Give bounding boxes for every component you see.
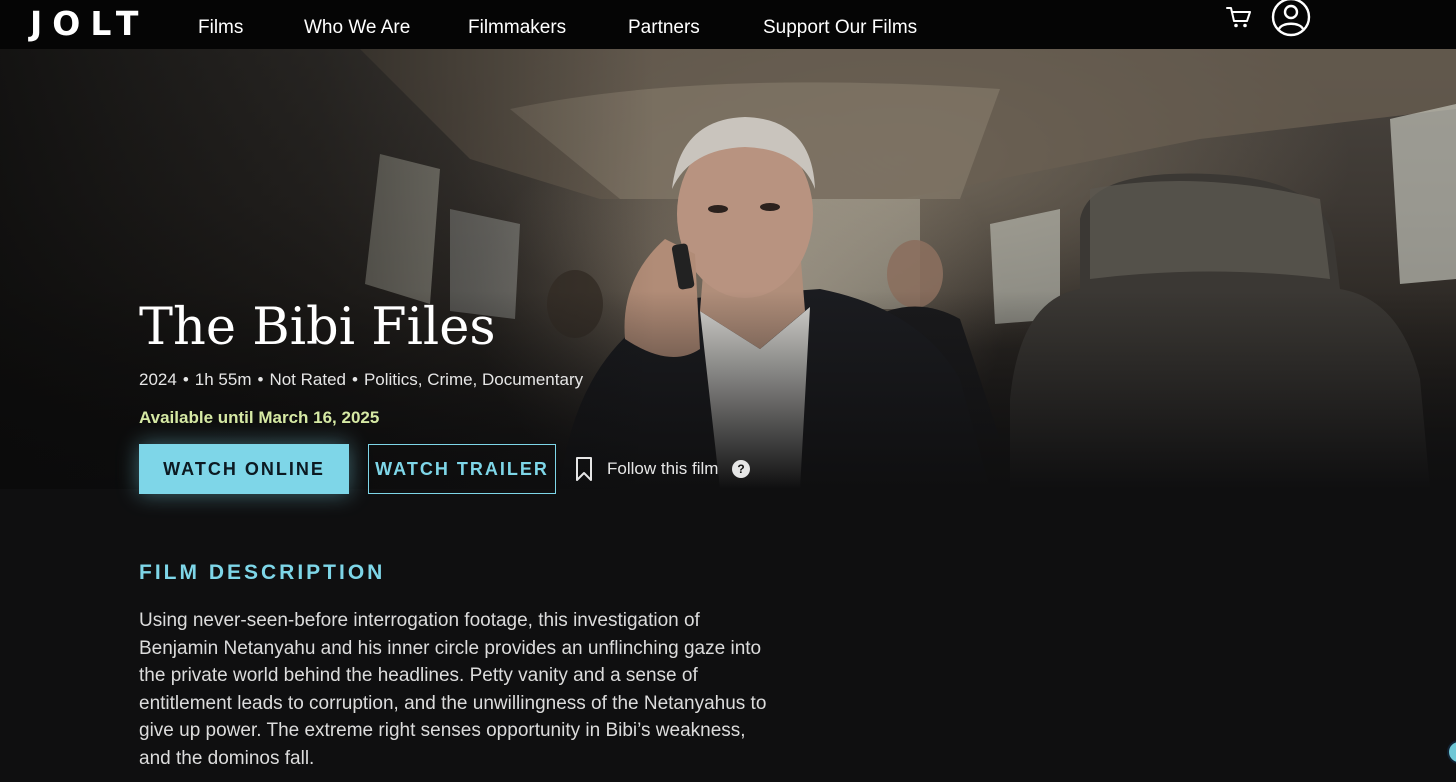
film-rating: Not Rated [269, 370, 346, 389]
meta-separator: • [351, 370, 358, 389]
top-nav: JOLT Films Who We Are Filmmakers Partner… [0, 0, 1456, 49]
follow-film-button[interactable]: Follow this film [575, 455, 718, 483]
bookmark-icon [576, 457, 592, 481]
meta-separator: • [182, 370, 189, 389]
availability-notice: Available until March 16, 2025 [139, 408, 380, 427]
nav-link-films[interactable]: Films [198, 17, 243, 39]
film-runtime: 1h 55m [194, 370, 252, 389]
chat-widget-icon[interactable] [1447, 740, 1456, 764]
meta-separator: • [257, 370, 264, 389]
watch-online-button[interactable]: WATCH ONLINE [139, 444, 349, 494]
film-title: The Bibi Files [139, 298, 496, 357]
nav-link-filmmakers[interactable]: Filmmakers [468, 17, 566, 39]
help-icon[interactable]: ? [732, 460, 750, 478]
film-meta: 2024 • 1h 55m • Not Rated • Politics, Crime, D… [139, 369, 583, 391]
jolt-logo[interactable]: JOLT [30, 6, 148, 42]
cart-icon[interactable] [1225, 3, 1253, 31]
watch-trailer-button[interactable]: WATCH TRAILER [368, 444, 556, 494]
film-description-heading: FILM DESCRIPTION [139, 561, 386, 584]
nav-link-partners[interactable]: Partners [628, 17, 700, 39]
nav-link-who-we-are[interactable]: Who We Are [304, 17, 410, 39]
film-genres: Politics, Crime, Documentary [363, 370, 584, 389]
film-description-text: Using never-seen-before interrogation fo… [139, 610, 767, 769]
nav-link-support-our-films[interactable]: Support Our Films [763, 17, 917, 39]
film-year: 2024 [139, 370, 177, 389]
follow-film-label: Follow this film [607, 459, 719, 478]
user-icon[interactable] [1270, 0, 1312, 38]
